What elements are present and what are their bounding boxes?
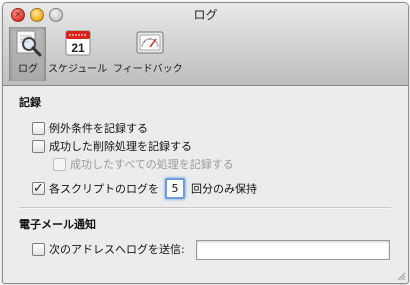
log-deletions-checkbox[interactable] [32,139,45,153]
log-exceptions-label: 例外条件を記録する [49,122,148,135]
keep-logs-checkbox[interactable]: ✓ [32,181,45,196]
titlebar: × ログ ログ 21 スケジュール フィードバック [3,3,408,86]
email-address-field[interactable] [196,240,390,260]
logging-section-title: 記録 [19,96,41,109]
log-exceptions-checkbox[interactable] [32,121,45,135]
send-log-label: 次のアドレスへログを送信: [49,243,185,256]
log-all-success-checkbox [53,157,66,171]
log-exceptions-row[interactable]: 例外条件を記録する [32,121,148,137]
send-log-checkbox[interactable] [32,242,45,256]
toolbar-label-schedule: スケジュール [48,64,108,75]
send-log-row[interactable]: 次のアドレスへログを送信: [32,242,185,258]
email-section-title: 電子メール通知 [19,218,96,231]
gauge-icon [136,31,164,54]
calendar-icon: 21 [65,30,91,56]
keep-logs-count-field[interactable]: 5 [165,178,185,199]
calendar-day: 21 [71,41,85,55]
keep-logs-row[interactable]: ✓ 各スクリプトのログを 5 回分のみ保持 [32,178,257,199]
toolbar-tab-schedule[interactable]: 21 スケジュール [48,27,108,81]
toolbar-label-feedback: フィードバック [113,64,183,75]
preferences-content: 記録 例外条件を記録する 成功した削除処理を記録する 成功したすべての処理を記録… [3,86,408,283]
resize-grip-icon[interactable] [396,271,406,281]
toolbar-tab-log[interactable]: ログ [9,27,46,81]
toolbar-tab-feedback[interactable]: フィードバック [113,27,183,81]
log-deletions-label: 成功した削除処理を記録する [49,140,192,153]
keep-logs-suffix: 回分のみ保持 [191,182,257,196]
toolbar-label-log: ログ [18,64,38,75]
magnifier-log-icon [16,30,42,57]
section-divider [19,207,391,209]
checkmark-icon: ✓ [33,181,44,196]
keep-logs-label: 各スクリプトのログを [49,182,159,196]
log-deletions-row[interactable]: 成功した削除処理を記録する [32,139,192,155]
log-all-success-row: 成功したすべての処理を記録する [53,157,234,173]
log-preferences-window: × ログ ログ 21 スケジュール フィードバック 記録 例外条件を記録する 成… [2,2,409,284]
window-title: ログ [193,8,218,22]
log-all-success-label: 成功したすべての処理を記録する [70,158,234,171]
